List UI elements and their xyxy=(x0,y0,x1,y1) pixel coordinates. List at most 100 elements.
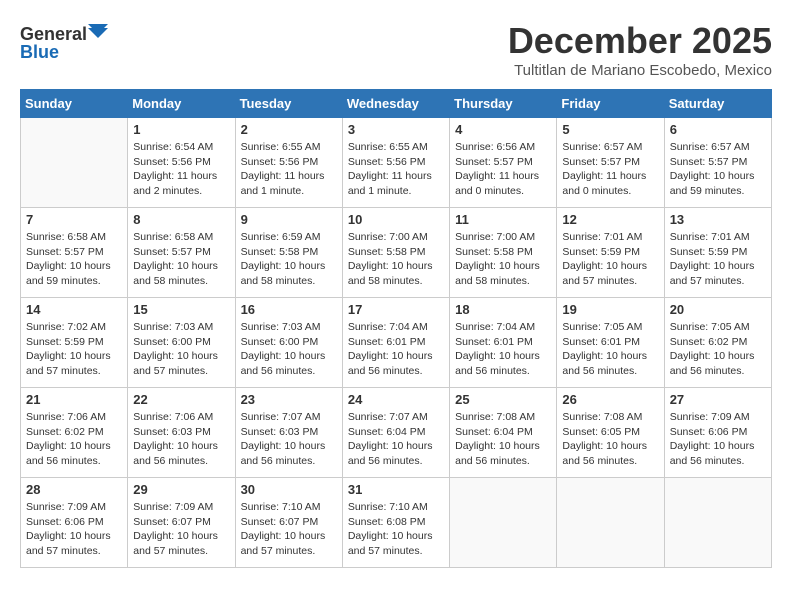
day-cell: 12 Sunrise: 7:01 AMSunset: 5:59 PMDayligh… xyxy=(557,208,664,298)
weekday-header-friday: Friday xyxy=(557,90,664,118)
day-number: 9 xyxy=(241,212,337,227)
calendar-body: 1 Sunrise: 6:54 AMSunset: 5:56 PMDaylight… xyxy=(21,118,772,568)
day-info: Sunrise: 7:10 AMSunset: 6:07 PMDaylight:… xyxy=(241,500,337,559)
weekday-header-saturday: Saturday xyxy=(664,90,771,118)
day-cell xyxy=(664,478,771,568)
day-cell: 8 Sunrise: 6:58 AMSunset: 5:57 PMDaylight… xyxy=(128,208,235,298)
month-title: December 2025 xyxy=(508,20,772,62)
week-row-1: 1 Sunrise: 6:54 AMSunset: 5:56 PMDaylight… xyxy=(21,118,772,208)
week-row-2: 7 Sunrise: 6:58 AMSunset: 5:57 PMDaylight… xyxy=(21,208,772,298)
day-info: Sunrise: 7:07 AMSunset: 6:03 PMDaylight:… xyxy=(241,410,337,469)
day-info: Sunrise: 7:04 AMSunset: 6:01 PMDaylight:… xyxy=(455,320,551,379)
day-number: 5 xyxy=(562,122,658,137)
day-cell xyxy=(557,478,664,568)
week-row-5: 28 Sunrise: 7:09 AMSunset: 6:06 PMDayligh… xyxy=(21,478,772,568)
weekday-header-wednesday: Wednesday xyxy=(342,90,449,118)
day-number: 10 xyxy=(348,212,444,227)
day-number: 18 xyxy=(455,302,551,317)
day-number: 20 xyxy=(670,302,766,317)
day-number: 8 xyxy=(133,212,229,227)
day-info: Sunrise: 6:58 AMSunset: 5:57 PMDaylight:… xyxy=(26,230,122,289)
day-number: 24 xyxy=(348,392,444,407)
day-info: Sunrise: 7:03 AMSunset: 6:00 PMDaylight:… xyxy=(241,320,337,379)
day-number: 15 xyxy=(133,302,229,317)
location-title: Tultitlan de Mariano Escobedo, Mexico xyxy=(508,62,772,79)
weekday-header-tuesday: Tuesday xyxy=(235,90,342,118)
day-number: 11 xyxy=(455,212,551,227)
day-cell: 1 Sunrise: 6:54 AMSunset: 5:56 PMDaylight… xyxy=(128,118,235,208)
weekday-header-monday: Monday xyxy=(128,90,235,118)
day-cell xyxy=(450,478,557,568)
day-cell: 31Sunrise: 7:10 AMSunset: 6:08 PMDayligh… xyxy=(342,478,449,568)
day-info: Sunrise: 7:01 AMSunset: 5:59 PMDaylight:… xyxy=(562,230,658,289)
day-number: 7 xyxy=(26,212,122,227)
day-cell: 27 Sunrise: 7:09 AMSunset: 6:06 PMDayligh… xyxy=(664,388,771,478)
day-number: 6 xyxy=(670,122,766,137)
day-number: 30 xyxy=(241,482,337,497)
day-cell: 10 Sunrise: 7:00 AMSunset: 5:58 PMDayligh… xyxy=(342,208,449,298)
day-info: Sunrise: 7:08 AMSunset: 6:04 PMDaylight:… xyxy=(455,410,551,469)
day-cell: 23Sunrise: 7:07 AMSunset: 6:03 PMDayligh… xyxy=(235,388,342,478)
day-cell: 25 Sunrise: 7:08 AMSunset: 6:04 PMDayligh… xyxy=(450,388,557,478)
day-info: Sunrise: 7:09 AMSunset: 6:07 PMDaylight:… xyxy=(133,500,229,559)
day-number: 19 xyxy=(562,302,658,317)
day-number: 26 xyxy=(562,392,658,407)
day-cell: 17 Sunrise: 7:04 AMSunset: 6:01 PMDayligh… xyxy=(342,298,449,388)
svg-text:Blue: Blue xyxy=(20,42,59,62)
day-info: Sunrise: 6:59 AMSunset: 5:58 PMDaylight:… xyxy=(241,230,337,289)
day-cell: 26 Sunrise: 7:08 AMSunset: 6:05 PMDayligh… xyxy=(557,388,664,478)
day-cell: 13Sunrise: 7:01 AMSunset: 5:59 PMDayligh… xyxy=(664,208,771,298)
day-number: 25 xyxy=(455,392,551,407)
day-info: Sunrise: 6:55 AMSunset: 5:56 PMDaylight:… xyxy=(241,140,337,199)
day-cell: 20Sunrise: 7:05 AMSunset: 6:02 PMDayligh… xyxy=(664,298,771,388)
day-cell: 2 Sunrise: 6:55 AMSunset: 5:56 PMDaylight… xyxy=(235,118,342,208)
day-cell: 29 Sunrise: 7:09 AMSunset: 6:07 PMDayligh… xyxy=(128,478,235,568)
day-info: Sunrise: 7:09 AMSunset: 6:06 PMDaylight:… xyxy=(26,500,122,559)
day-number: 3 xyxy=(348,122,444,137)
day-info: Sunrise: 7:08 AMSunset: 6:05 PMDaylight:… xyxy=(562,410,658,469)
logo-icon: General Blue xyxy=(20,20,110,65)
day-cell: 11Sunrise: 7:00 AMSunset: 5:58 PMDayligh… xyxy=(450,208,557,298)
day-cell: 21Sunrise: 7:06 AMSunset: 6:02 PMDayligh… xyxy=(21,388,128,478)
calendar-table: SundayMondayTuesdayWednesdayThursdayFrid… xyxy=(20,89,772,568)
day-cell: 24 Sunrise: 7:07 AMSunset: 6:04 PMDayligh… xyxy=(342,388,449,478)
day-info: Sunrise: 6:56 AMSunset: 5:57 PMDaylight:… xyxy=(455,140,551,199)
day-info: Sunrise: 7:06 AMSunset: 6:03 PMDaylight:… xyxy=(133,410,229,469)
day-info: Sunrise: 7:09 AMSunset: 6:06 PMDaylight:… xyxy=(670,410,766,469)
day-number: 17 xyxy=(348,302,444,317)
day-info: Sunrise: 6:57 AMSunset: 5:57 PMDaylight:… xyxy=(670,140,766,199)
day-number: 2 xyxy=(241,122,337,137)
day-number: 29 xyxy=(133,482,229,497)
day-number: 28 xyxy=(26,482,122,497)
day-info: Sunrise: 7:00 AMSunset: 5:58 PMDaylight:… xyxy=(348,230,444,289)
day-cell: 4Sunrise: 6:56 AMSunset: 5:57 PMDaylight… xyxy=(450,118,557,208)
day-number: 12 xyxy=(562,212,658,227)
day-info: Sunrise: 7:02 AMSunset: 5:59 PMDaylight:… xyxy=(26,320,122,379)
day-info: Sunrise: 6:58 AMSunset: 5:57 PMDaylight:… xyxy=(133,230,229,289)
day-info: Sunrise: 7:06 AMSunset: 6:02 PMDaylight:… xyxy=(26,410,122,469)
day-cell: 9 Sunrise: 6:59 AMSunset: 5:58 PMDaylight… xyxy=(235,208,342,298)
day-number: 27 xyxy=(670,392,766,407)
day-cell: 3 Sunrise: 6:55 AMSunset: 5:56 PMDaylight… xyxy=(342,118,449,208)
day-info: Sunrise: 7:05 AMSunset: 6:01 PMDaylight:… xyxy=(562,320,658,379)
logo: General Blue xyxy=(20,20,110,65)
day-info: Sunrise: 7:04 AMSunset: 6:01 PMDaylight:… xyxy=(348,320,444,379)
header: General Blue December 2025 Tultitlan de … xyxy=(20,20,772,79)
day-cell: 16Sunrise: 7:03 AMSunset: 6:00 PMDayligh… xyxy=(235,298,342,388)
day-cell: 28 Sunrise: 7:09 AMSunset: 6:06 PMDayligh… xyxy=(21,478,128,568)
day-cell xyxy=(21,118,128,208)
day-cell: 7 Sunrise: 6:58 AMSunset: 5:57 PMDaylight… xyxy=(21,208,128,298)
day-cell: 18 Sunrise: 7:04 AMSunset: 6:01 PMDayligh… xyxy=(450,298,557,388)
title-area: December 2025 Tultitlan de Mariano Escob… xyxy=(508,20,772,79)
weekday-header-sunday: Sunday xyxy=(21,90,128,118)
day-cell: 5Sunrise: 6:57 AMSunset: 5:57 PMDaylight… xyxy=(557,118,664,208)
week-row-4: 21Sunrise: 7:06 AMSunset: 6:02 PMDayligh… xyxy=(21,388,772,478)
day-info: Sunrise: 7:07 AMSunset: 6:04 PMDaylight:… xyxy=(348,410,444,469)
day-cell: 19 Sunrise: 7:05 AMSunset: 6:01 PMDayligh… xyxy=(557,298,664,388)
day-cell: 15Sunrise: 7:03 AMSunset: 6:00 PMDayligh… xyxy=(128,298,235,388)
day-info: Sunrise: 6:55 AMSunset: 5:56 PMDaylight:… xyxy=(348,140,444,199)
svg-text:General: General xyxy=(20,24,87,44)
day-number: 22 xyxy=(133,392,229,407)
day-number: 1 xyxy=(133,122,229,137)
day-info: Sunrise: 6:54 AMSunset: 5:56 PMDaylight:… xyxy=(133,140,229,199)
